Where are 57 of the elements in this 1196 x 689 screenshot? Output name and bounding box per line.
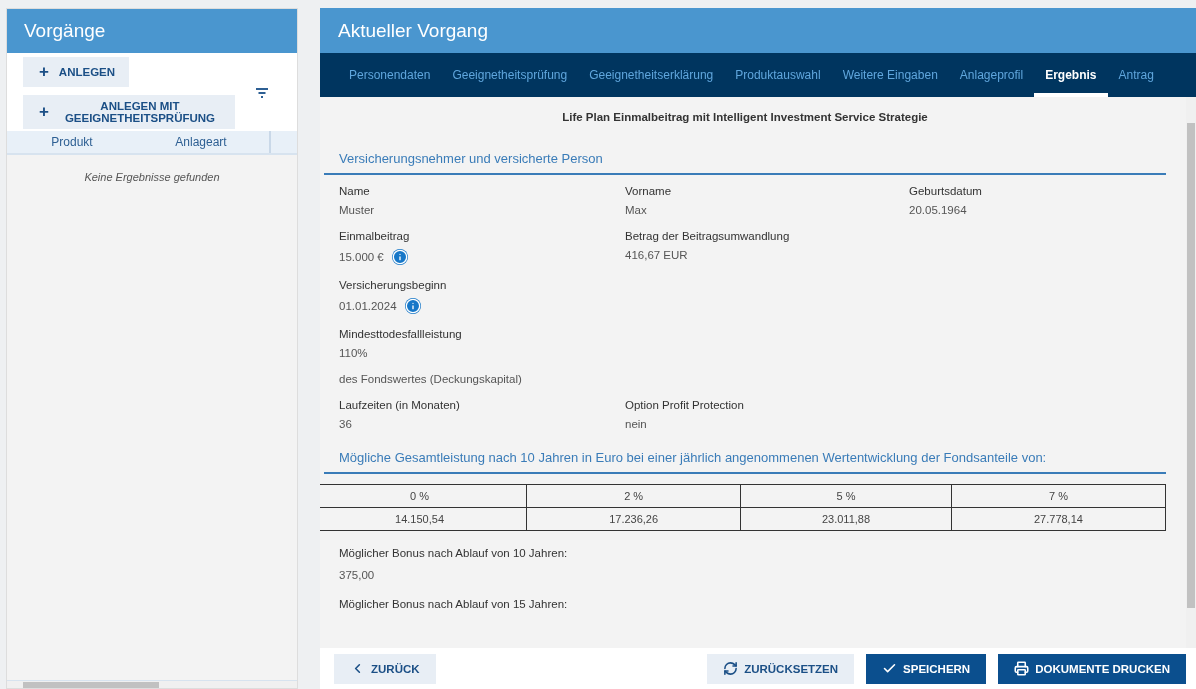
field-label: Einmalbeitrag [339, 230, 411, 242]
field-label: Vorname [625, 185, 673, 197]
reset-button[interactable]: ZURÜCKSETZEN [707, 653, 855, 684]
table-header-cell: 7 % [951, 484, 1166, 508]
refresh-icon [723, 661, 739, 676]
field-value: 375,00 [339, 569, 376, 581]
field-label: Name [339, 185, 371, 197]
field-value: 36 [339, 418, 352, 430]
tab[interactable]: Weitere Eingaben [831, 53, 949, 97]
empty-message: Keine Ergebnisse gefunden [83, 171, 221, 183]
field-value: Muster [339, 204, 375, 216]
save-button[interactable]: SPEICHERN [866, 653, 987, 684]
print-button[interactable]: DOKUMENTE DRUCKEN [998, 653, 1186, 684]
table-header-cell: 0 % [320, 484, 527, 508]
filter-icon[interactable] [255, 88, 269, 98]
field-label: Betrag der Beitragsumwandlung [625, 230, 791, 242]
tab[interactable]: Geeignetheitsprüfung [441, 53, 579, 97]
column-header[interactable]: Produkt [51, 135, 93, 149]
table-header-cell: 5 % [740, 484, 952, 508]
section-title: Versicherungsnehmer und versicherte Person [324, 151, 1166, 175]
printer-icon [1014, 661, 1030, 676]
field-value: 20.05.1964 [909, 204, 967, 216]
info-icon[interactable] [391, 249, 408, 265]
section-title: Mögliche Gesamtleistung nach 10 Jahren in Euro bei einer jährlich angenommenen Wertentwicklung der Fondsanteile von: [324, 450, 1166, 474]
field-value: 416,67 EUR [625, 249, 688, 261]
back-button[interactable]: ZURÜCK [334, 653, 436, 684]
field-value: Max [625, 204, 647, 216]
table-cell: 14.150,54 [320, 507, 527, 531]
table-cell: 27.778,14 [951, 507, 1166, 531]
info-icon[interactable] [404, 298, 421, 314]
field-value: 110% [339, 347, 368, 359]
note-text: des Fondswertes (Deckungskapital) [338, 373, 523, 385]
field-label: Geburtsdatum [909, 185, 983, 197]
add-button[interactable]: + ANLEGEN [23, 57, 129, 87]
add-button[interactable]: + ANLEGEN MIT GEEIGNETHEITSPRÜFUNG [23, 95, 235, 129]
field-label: Möglicher Bonus nach Ablauf von 15 Jahren: [339, 598, 569, 610]
field-value: nein [625, 418, 647, 430]
table-header-cell: 2 % [526, 484, 741, 508]
tab[interactable]: Personendaten [338, 53, 442, 97]
panel-title: Vorgänge [7, 9, 297, 53]
scrollbar[interactable] [7, 680, 297, 688]
column-header[interactable]: Anlageart [175, 135, 227, 149]
table-cell: 23.011,88 [740, 507, 952, 531]
tab[interactable]: Produktauswahl [724, 53, 832, 97]
field-value: 15.000 € [339, 251, 384, 263]
field-label: Option Profit Protection [625, 399, 745, 411]
field-value: 01.01.2024 [339, 300, 397, 312]
field-label: Versicherungsbeginn [339, 279, 448, 291]
tab[interactable]: Antrag [1107, 53, 1165, 97]
tab[interactable]: Anlageprofil [948, 53, 1035, 97]
field-label: Mindesttodesfallleistung [339, 328, 463, 340]
panel-title: Aktueller Vorgang [320, 8, 1196, 53]
table-cell: 17.236,26 [526, 507, 741, 531]
product-title: Life Plan Einmalbeitrag mit Intelligent Investment Service Strategie [561, 111, 929, 123]
tab[interactable]: Geeignetheitserklärung [578, 53, 725, 97]
field-label: Möglicher Bonus nach Ablauf von 10 Jahren: [339, 547, 569, 559]
field-label: Laufzeiten (in Monaten) [339, 399, 461, 411]
